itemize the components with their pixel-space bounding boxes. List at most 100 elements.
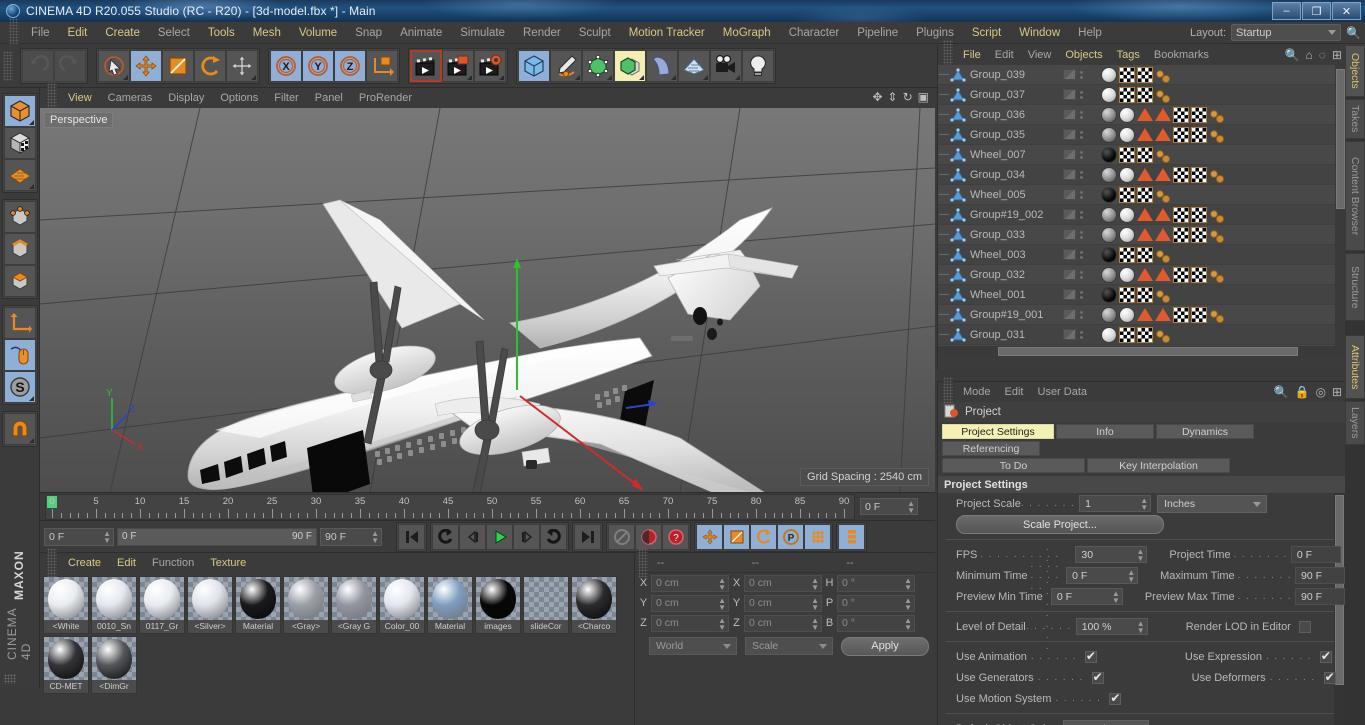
toolbar-grip[interactable] xyxy=(3,50,13,81)
texture-tag-icon[interactable] xyxy=(1137,286,1153,303)
add-panel-icon[interactable]: ⊞ xyxy=(1332,48,1342,62)
phong-tag-icon[interactable] xyxy=(1155,188,1171,203)
attribute-field-input[interactable]: 0 F ▲ ▼ xyxy=(1050,588,1123,605)
pan-view-icon[interactable]: ⇕ xyxy=(888,90,898,104)
visibility-dots-icon[interactable] xyxy=(1080,170,1083,179)
expand-corner-icon[interactable] xyxy=(703,74,708,80)
add-spline-button[interactable] xyxy=(550,49,582,82)
coordinate-size-field[interactable]: 0 cm ▲ ▼ xyxy=(744,594,822,612)
texture-tag-icon[interactable] xyxy=(1137,146,1153,163)
object-row[interactable]: — Group_031 xyxy=(938,325,1346,345)
coordinate-size-field[interactable]: 0 cm ▲ ▼ xyxy=(744,614,822,632)
home-icon[interactable]: ⌂ xyxy=(1306,48,1313,62)
attribute-menu-edit[interactable]: Edit xyxy=(998,382,1031,402)
add-deformer-button[interactable] xyxy=(646,49,678,82)
checkbox[interactable] xyxy=(1091,670,1104,684)
texture-tag-icon[interactable] xyxy=(1119,286,1135,303)
rotate-view-icon[interactable]: ↻ xyxy=(903,90,913,104)
timeline-ruler[interactable]: 0 5 10 15 20 25 30 35 40 45 50 55 60 65 70 75 80 85 90 xyxy=(45,493,855,520)
visibility-toggle-icon[interactable] xyxy=(1063,269,1076,280)
texture-tag-icon[interactable] xyxy=(1191,166,1207,183)
menu-create[interactable]: Create xyxy=(96,22,149,44)
material-tag-icon[interactable] xyxy=(1119,206,1135,223)
visibility-dots-icon[interactable] xyxy=(1080,230,1083,239)
texture-mode-button[interactable] xyxy=(3,127,36,159)
z-axis-toggle[interactable]: Z xyxy=(334,49,366,82)
next-key-button[interactable] xyxy=(540,523,567,550)
coordinate-position-field[interactable]: 0 cm ▲ ▼ xyxy=(651,614,729,632)
object-row[interactable]: — Group#19_002 xyxy=(938,205,1346,225)
coordinate-size-field[interactable]: 0 cm ▲ ▼ xyxy=(744,574,822,592)
texture-tag-icon[interactable] xyxy=(1173,306,1189,323)
attribute-field-input-right[interactable]: 90 F xyxy=(1295,588,1345,605)
attribute-field-input-right[interactable]: 90 F xyxy=(1295,567,1345,584)
link-icon[interactable]: ◌ xyxy=(1319,48,1326,62)
expand-corner-icon[interactable] xyxy=(607,74,612,80)
menu-plugins[interactable]: Plugins xyxy=(907,22,963,44)
menu-character[interactable]: Character xyxy=(780,22,849,44)
visibility-dots-icon[interactable] xyxy=(1080,310,1083,319)
vertical-tab-layers[interactable]: Layers xyxy=(1345,401,1365,445)
phong-tag-icon[interactable] xyxy=(1155,328,1171,343)
selection-tag-icon[interactable] xyxy=(1137,108,1153,121)
rotation-key-toggle[interactable] xyxy=(750,523,777,550)
render-view-button[interactable] xyxy=(410,49,442,82)
snap-button[interactable]: S xyxy=(3,371,36,403)
texture-tag-icon[interactable] xyxy=(1173,106,1189,123)
expand-corner-icon[interactable] xyxy=(639,74,644,80)
coordinates-grip[interactable] xyxy=(638,547,648,578)
project-scale-field[interactable]: 1 ▲ ▼ xyxy=(1079,495,1152,512)
object-row[interactable]: — Group#19_001 xyxy=(938,305,1346,325)
play-button[interactable] xyxy=(486,523,513,550)
material-item[interactable]: 0010_Sn xyxy=(91,576,137,634)
checkbox[interactable] xyxy=(1109,691,1122,705)
object-axis-button[interactable] xyxy=(3,307,36,339)
selection-tag-icon[interactable] xyxy=(1155,208,1171,221)
material-tag-icon[interactable] xyxy=(1119,106,1135,123)
phong-tag-icon[interactable] xyxy=(1155,148,1171,163)
selection-tag-icon[interactable] xyxy=(1137,208,1153,221)
selection-tag-icon[interactable] xyxy=(1155,128,1171,141)
material-menu-create[interactable]: Create xyxy=(60,553,109,573)
viewport-canvas[interactable]: Y X Z Perspective Grid Spacing : 2540 cm xyxy=(40,108,935,492)
material-tag-icon[interactable] xyxy=(1101,286,1117,303)
start-frame-field[interactable]: 0 F ▲ ▼ xyxy=(44,527,114,546)
object-list-vscroll-thumb[interactable] xyxy=(1336,69,1345,209)
object-row[interactable]: — Group_035 xyxy=(938,125,1346,145)
phong-tag-icon[interactable] xyxy=(1155,288,1171,303)
vertical-tab-objects[interactable]: Objects xyxy=(1345,45,1365,97)
material-item[interactable]: <Silver> xyxy=(187,576,233,634)
checkbox-right[interactable] xyxy=(1319,649,1332,663)
selection-tag-icon[interactable] xyxy=(1137,228,1153,241)
menu-pipeline[interactable]: Pipeline xyxy=(848,22,907,44)
object-row[interactable]: — Group_036 xyxy=(938,105,1346,125)
object-menu-edit[interactable]: Edit xyxy=(988,45,1021,65)
material-tag-icon[interactable] xyxy=(1101,206,1117,223)
menu-script[interactable]: Script xyxy=(963,22,1010,44)
texture-tag-icon[interactable] xyxy=(1137,326,1153,343)
texture-tag-icon[interactable] xyxy=(1119,186,1135,203)
expand-corner-icon[interactable] xyxy=(499,74,504,80)
viewport-menu-filter[interactable]: Filter xyxy=(266,88,306,108)
texture-tag-icon[interactable] xyxy=(1137,186,1153,203)
texture-tag-icon[interactable] xyxy=(1191,226,1207,243)
selection-tag-icon[interactable] xyxy=(1137,308,1153,321)
texture-tag-icon[interactable] xyxy=(1173,166,1189,183)
menu-mesh[interactable]: Mesh xyxy=(244,22,290,44)
spinner-icon[interactable]: ▲ ▼ xyxy=(371,529,379,544)
object-row[interactable]: — Group_037 xyxy=(938,85,1346,105)
menu-select[interactable]: Select xyxy=(149,22,199,44)
texture-tag-icon[interactable] xyxy=(1119,146,1135,163)
attribute-tab-dynamics[interactable]: Dynamics xyxy=(1156,424,1254,439)
visibility-toggle-icon[interactable] xyxy=(1063,209,1076,220)
phong-tag-icon[interactable] xyxy=(1209,308,1225,323)
default-object-color-dropdown[interactable]: Gray-Blue xyxy=(1063,719,1150,725)
phong-tag-icon[interactable] xyxy=(1209,108,1225,123)
add-scene-button[interactable] xyxy=(678,49,710,82)
attribute-menu-user-data[interactable]: User Data xyxy=(1031,382,1095,402)
minimize-button[interactable]: – xyxy=(1272,2,1301,20)
timeline-range-slider[interactable]: 0 F 90 F xyxy=(117,527,317,546)
visibility-dots-icon[interactable] xyxy=(1080,210,1083,219)
coordinate-position-field[interactable]: 0 cm ▲ ▼ xyxy=(651,574,729,592)
visibility-dots-icon[interactable] xyxy=(1080,330,1083,339)
